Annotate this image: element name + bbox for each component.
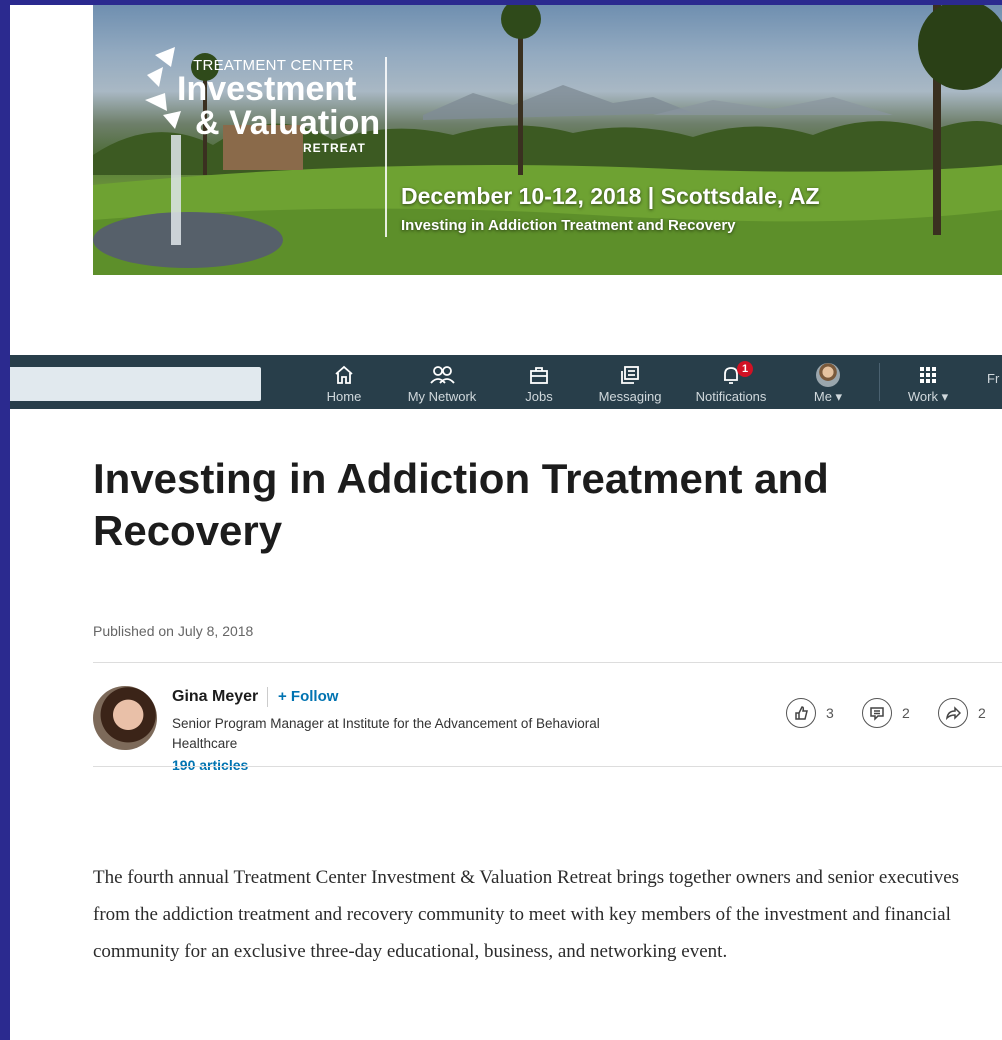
share-button[interactable] [938, 698, 968, 728]
nav-messaging[interactable]: Messaging [588, 355, 672, 409]
comment-count: 2 [902, 705, 910, 721]
like-button[interactable] [786, 698, 816, 728]
nav-jobs[interactable]: Jobs [517, 355, 561, 409]
nav-my-network[interactable]: My Network [396, 355, 488, 409]
messaging-icon [621, 366, 639, 384]
author-headline: Senior Program Manager at Institute for … [172, 716, 600, 751]
comment-icon [870, 707, 884, 721]
page-content: TREATMENT CENTER Investment & Valuation … [10, 5, 1002, 1040]
author-name[interactable]: Gina Meyer [172, 688, 258, 706]
event-banner: TREATMENT CENTER Investment & Valuation … [93, 5, 1002, 275]
nav-me[interactable]: Me ▾ [806, 355, 850, 409]
grid-icon [920, 367, 936, 383]
nav-notifications[interactable]: 1 Notifications [686, 355, 776, 409]
nav-home[interactable]: Home [322, 355, 366, 409]
top-navigation-bar: Home My Network Jobs Messaging 1 Notific… [10, 355, 1002, 409]
divider-bottom [93, 766, 1002, 767]
nav-work[interactable]: Work ▾ [900, 355, 956, 409]
avatar [816, 363, 840, 387]
like-count: 3 [826, 705, 834, 721]
home-icon [335, 365, 353, 384]
divider-top [93, 662, 1002, 663]
window-frame-left [0, 0, 10, 1040]
article-title: Investing in Addiction Treatment and Rec… [93, 455, 829, 554]
nav-truncated-link[interactable]: Fr [987, 371, 999, 386]
share-icon [945, 706, 961, 721]
nav-me-label: Me ▾ [813, 389, 843, 404]
thumbs-up-icon [795, 706, 808, 720]
published-date: Published on July 8, 2018 [93, 623, 254, 639]
nav-work-label: Work ▾ [907, 389, 949, 404]
logo-text-valuation: & Valuation [195, 104, 381, 142]
logo-text-investment: Investment [177, 70, 357, 108]
nav-my-network-label: My Network [407, 389, 477, 404]
notification-badge: 1 [737, 361, 753, 377]
nav-home-label: Home [326, 389, 362, 404]
share-count: 2 [978, 705, 986, 721]
logo-text-retreat: RETREAT [303, 141, 366, 155]
follow-button[interactable]: + Follow [278, 688, 338, 705]
nav-notifications-label: Notifications [695, 389, 767, 404]
article-body-paragraph: The fourth annual Treatment Center Inves… [93, 867, 960, 962]
author-name-separator [267, 687, 268, 707]
nav-jobs-label: Jobs [525, 389, 553, 404]
banner-date-location: December 10-12, 2018 | Scottsdale, AZ [401, 183, 820, 209]
nav-separator [879, 363, 880, 401]
author-articles-link[interactable]: 190 articles [172, 757, 248, 773]
comment-button[interactable] [862, 698, 892, 728]
banner-divider [385, 57, 387, 237]
search-input[interactable] [10, 367, 261, 401]
banner-subtitle: Investing in Addiction Treatment and Rec… [401, 217, 736, 234]
nav-messaging-label: Messaging [598, 389, 662, 404]
author-avatar[interactable] [93, 686, 157, 750]
network-icon [430, 366, 455, 384]
briefcase-icon [530, 367, 548, 384]
